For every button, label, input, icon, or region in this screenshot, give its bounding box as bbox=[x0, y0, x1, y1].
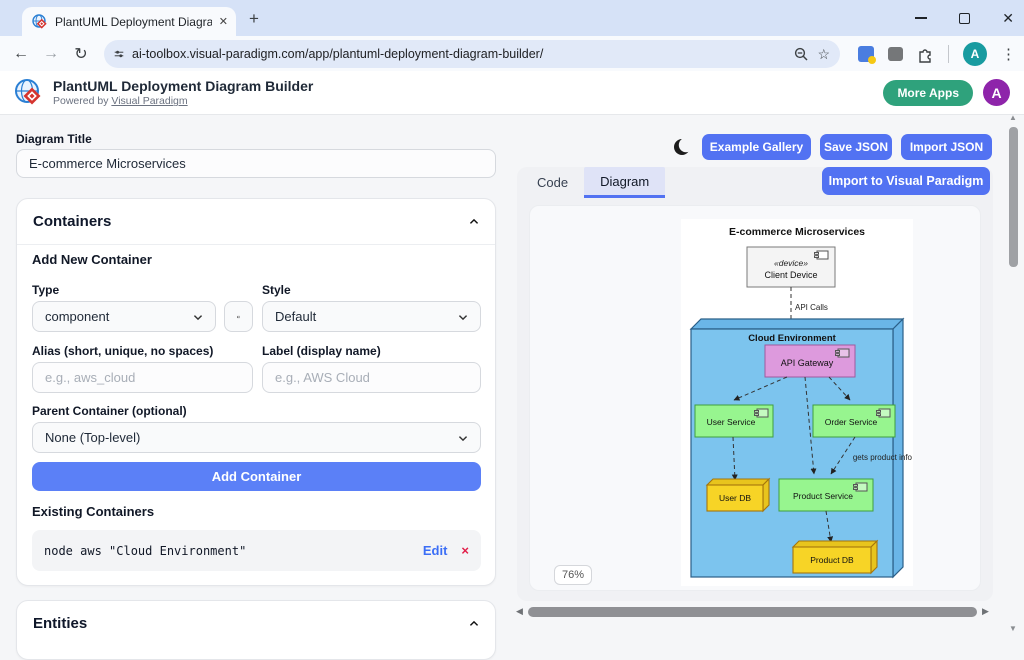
window-close-button[interactable]: ✕ bbox=[1002, 10, 1014, 27]
diagram-title-input[interactable] bbox=[16, 149, 496, 178]
visual-paradigm-link[interactable]: Visual Paradigm bbox=[111, 95, 187, 107]
browser-menu-icon[interactable]: ⋮ bbox=[1001, 45, 1016, 63]
style-label: Style bbox=[262, 283, 291, 297]
edit-container-link[interactable]: Edit bbox=[423, 543, 448, 558]
type-label: Type bbox=[32, 283, 59, 297]
account-avatar[interactable]: A bbox=[983, 79, 1010, 106]
existing-containers-heading: Existing Containers bbox=[32, 504, 154, 519]
component-icon bbox=[237, 311, 240, 323]
window-minimize-button[interactable] bbox=[915, 17, 927, 19]
import-to-visual-paradigm-button[interactable]: Import to Visual Paradigm bbox=[822, 167, 990, 195]
browser-titlebar: PlantUML Deployment Diagram ✕ + ✕ bbox=[0, 0, 1024, 36]
deployment-diagram: E-commerce Microservices «device» Client… bbox=[681, 219, 913, 586]
powered-by-text: Powered by bbox=[53, 95, 111, 107]
api-gateway-text: API Gateway bbox=[781, 358, 834, 368]
extension-gray-icon[interactable] bbox=[888, 47, 903, 61]
diagram-title-label: Diagram Title bbox=[16, 132, 92, 146]
chevron-up-icon[interactable] bbox=[469, 217, 479, 227]
edge-product-info-label: gets product info bbox=[853, 453, 913, 462]
type-select[interactable]: component bbox=[32, 301, 216, 332]
tab-diagram[interactable]: Diagram bbox=[584, 167, 665, 198]
site-settings-icon[interactable] bbox=[114, 49, 124, 59]
style-select[interactable]: Default bbox=[262, 301, 481, 332]
label-label: Label (display name) bbox=[262, 344, 381, 358]
entities-card: Entities bbox=[16, 600, 496, 660]
label-input[interactable] bbox=[262, 362, 481, 393]
client-stereotype-text: «device» bbox=[774, 258, 808, 268]
window-maximize-button[interactable] bbox=[959, 13, 970, 24]
component-type-icon-button[interactable] bbox=[224, 301, 253, 332]
type-select-value: component bbox=[45, 309, 109, 324]
diagram-canvas[interactable]: E-commerce Microservices «device» Client… bbox=[681, 219, 913, 586]
extensions-puzzle-icon[interactable] bbox=[917, 46, 934, 63]
diagram-preview-panel: E-commerce Microservices «device» Client… bbox=[529, 205, 981, 591]
tab-code[interactable]: Code bbox=[521, 167, 584, 198]
extension-blue-icon[interactable] bbox=[858, 46, 874, 62]
tab-title: PlantUML Deployment Diagram bbox=[55, 15, 212, 29]
vertical-scrollbar-thumb[interactable] bbox=[1009, 127, 1018, 267]
browser-profile-avatar[interactable]: A bbox=[963, 42, 987, 66]
hscroll-left-icon[interactable]: ◀ bbox=[516, 606, 523, 617]
alias-input[interactable] bbox=[32, 362, 253, 393]
zoom-out-icon[interactable] bbox=[794, 47, 809, 62]
add-container-button[interactable]: Add Container bbox=[32, 462, 481, 491]
zoom-level-badge: 76% bbox=[554, 565, 592, 585]
chevron-down-icon bbox=[458, 433, 468, 443]
visual-paradigm-favicon bbox=[32, 14, 48, 30]
preview-card: Code Diagram Import to Visual Paradigm E… bbox=[517, 167, 993, 601]
parent-container-label: Parent Container (optional) bbox=[32, 404, 187, 418]
order-service-text: Order Service bbox=[825, 417, 878, 427]
client-device-text: Client Device bbox=[764, 270, 817, 280]
existing-container-row: node aws "Cloud Environment" Edit × bbox=[32, 530, 481, 571]
dark-mode-toggle-icon[interactable] bbox=[672, 136, 694, 158]
entities-title: Entities bbox=[33, 615, 87, 632]
chevron-down-icon bbox=[193, 312, 203, 322]
product-service-text: Product Service bbox=[793, 491, 853, 501]
hscroll-right-icon[interactable]: ▶ bbox=[982, 606, 989, 617]
add-new-container-heading: Add New Container bbox=[32, 252, 152, 267]
containers-card-header[interactable]: Containers bbox=[17, 199, 495, 245]
tab-close-icon[interactable]: ✕ bbox=[219, 15, 228, 28]
diagram-title-text: E-commerce Microservices bbox=[729, 226, 865, 238]
user-db-text: User DB bbox=[719, 493, 751, 503]
entities-card-header[interactable]: Entities bbox=[17, 601, 495, 646]
example-gallery-button[interactable]: Example Gallery bbox=[702, 134, 811, 160]
product-db-text: Product DB bbox=[810, 555, 854, 565]
bookmark-star-icon[interactable]: ☆ bbox=[817, 46, 830, 63]
edge-api-calls-label: API Calls bbox=[795, 303, 828, 312]
parent-container-value: None (Top-level) bbox=[45, 430, 140, 445]
more-apps-button[interactable]: More Apps bbox=[883, 80, 973, 106]
user-service-text: User Service bbox=[707, 417, 756, 427]
containers-title: Containers bbox=[33, 213, 111, 230]
alias-label: Alias (short, unique, no spaces) bbox=[32, 344, 213, 358]
reload-icon[interactable]: ↻ bbox=[66, 44, 96, 64]
parent-container-select[interactable]: None (Top-level) bbox=[32, 422, 481, 453]
back-icon[interactable]: ← bbox=[6, 45, 36, 63]
browser-toolbar: ← → ↻ ai-toolbox.visual-paradigm.com/app… bbox=[0, 36, 1024, 71]
horizontal-scrollbar-thumb[interactable] bbox=[528, 607, 977, 617]
style-select-value: Default bbox=[275, 309, 316, 324]
app-header: PlantUML Deployment Diagram Builder Powe… bbox=[0, 71, 1024, 115]
vscroll-up-icon[interactable]: ▲ bbox=[1009, 113, 1017, 122]
save-json-button[interactable]: Save JSON bbox=[820, 134, 892, 160]
cloud-environment-text: Cloud Environment bbox=[748, 333, 836, 344]
visual-paradigm-logo bbox=[14, 78, 44, 108]
vscroll-down-icon[interactable]: ▼ bbox=[1009, 624, 1017, 633]
container-code: node aws "Cloud Environment" bbox=[44, 544, 246, 558]
chevron-down-icon bbox=[458, 312, 468, 322]
page-title: PlantUML Deployment Diagram Builder bbox=[53, 78, 313, 96]
url-bar[interactable]: ai-toolbox.visual-paradigm.com/app/plant… bbox=[104, 40, 840, 68]
url-text[interactable]: ai-toolbox.visual-paradigm.com/app/plant… bbox=[132, 47, 786, 61]
browser-tab[interactable]: PlantUML Deployment Diagram ✕ bbox=[22, 7, 236, 36]
delete-container-icon[interactable]: × bbox=[461, 543, 469, 558]
chevron-up-icon[interactable] bbox=[469, 619, 479, 629]
toolbar-divider bbox=[948, 45, 949, 63]
import-json-button[interactable]: Import JSON bbox=[901, 134, 992, 160]
new-tab-button[interactable]: + bbox=[249, 9, 259, 29]
forward-icon[interactable]: → bbox=[36, 45, 66, 63]
